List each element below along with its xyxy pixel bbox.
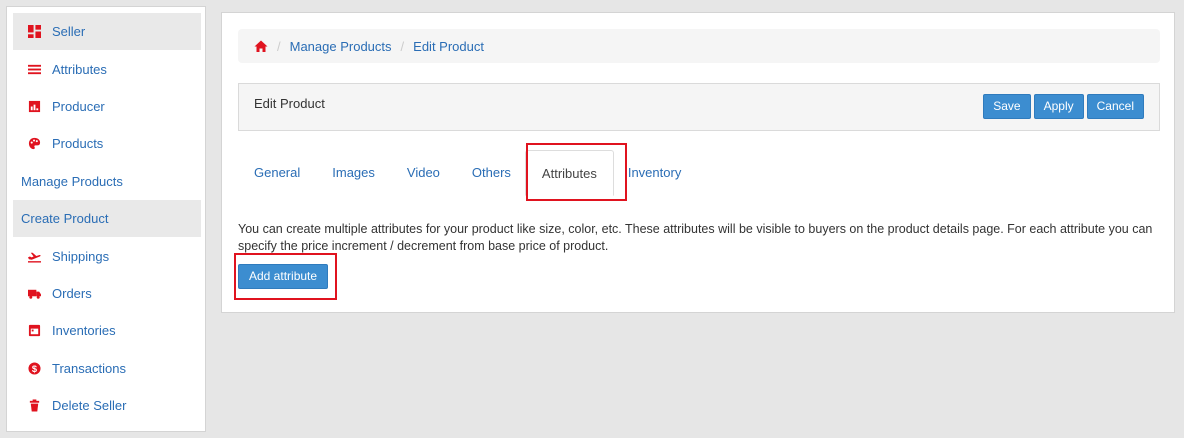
dollar-icon: $	[27, 361, 41, 375]
list-icon	[27, 62, 41, 76]
sidebar-item-label: Manage Products	[21, 173, 123, 189]
svg-text:$: $	[31, 363, 37, 373]
product-tabs: General Images Video Others Attributes I…	[238, 150, 697, 196]
tab-video[interactable]: Video	[391, 150, 456, 196]
sidebar-item-label: Orders	[52, 285, 92, 301]
sidebar-item-label: Attributes	[52, 61, 107, 77]
dashboard-icon	[27, 25, 41, 39]
sidebar-item-delete-seller[interactable]: Delete Seller	[13, 387, 201, 424]
palette-icon	[27, 137, 41, 151]
tab-images[interactable]: Images	[316, 150, 391, 196]
apply-button[interactable]: Apply	[1033, 94, 1084, 119]
sidebar-item-inventories[interactable]: Inventories	[13, 312, 201, 349]
breadcrumb-separator: /	[400, 38, 405, 54]
breadcrumb-manage-products[interactable]: Manage Products	[290, 39, 392, 54]
sidebar-item-label: Products	[52, 136, 104, 152]
breadcrumb: / Manage Products / Edit Product	[238, 29, 1160, 63]
sidebar-item-label: Inventories	[52, 323, 116, 339]
sidebar-item-label: Delete Seller	[52, 398, 127, 414]
plane-icon	[27, 249, 41, 263]
save-button[interactable]: Save	[983, 94, 1031, 119]
sidebar-item-label: Transactions	[52, 360, 126, 376]
bar-chart-icon	[27, 99, 41, 113]
panel-actions: Save Apply Cancel	[983, 94, 1144, 119]
page-title: Edit Product	[254, 96, 325, 111]
sidebar-item-attributes[interactable]: Attributes	[13, 50, 201, 87]
home-icon[interactable]	[254, 39, 268, 53]
tab-attributes[interactable]: Attributes	[524, 150, 614, 196]
sidebar-item-manage-products[interactable]: Manage Products	[13, 163, 201, 200]
sidebar-item-label: Shippings	[52, 248, 110, 264]
sidebar-item-label: Producer	[52, 98, 105, 114]
sidebar-item-create-product[interactable]: Create Product	[13, 199, 201, 238]
sidebar-item-shippings[interactable]: Shippings	[13, 237, 201, 274]
add-attribute-button[interactable]: Add attribute	[238, 264, 329, 289]
sidebar-item-products[interactable]: Products	[13, 125, 201, 162]
sidebar-item-producer[interactable]: Producer	[13, 88, 201, 125]
panel-header: Edit Product Save Apply Cancel	[238, 83, 1160, 131]
truck-icon	[27, 286, 41, 300]
sidebar-item-orders[interactable]: Orders	[13, 275, 201, 312]
calendar-icon	[27, 324, 41, 338]
trash-icon	[27, 399, 41, 413]
attributes-description: You can create multiple attributes for y…	[238, 222, 1153, 253]
sidebar-item-transactions[interactable]: $ Transactions	[13, 350, 201, 387]
breadcrumb-edit-product[interactable]: Edit Product	[413, 39, 484, 54]
cancel-button[interactable]: Cancel	[1086, 94, 1144, 119]
sidebar: Seller Attributes Producer Products Mana…	[6, 6, 206, 432]
breadcrumb-separator: /	[277, 38, 281, 54]
sidebar-item-label: Seller	[52, 24, 86, 40]
main-content: / Manage Products / Edit Product Edit Pr…	[221, 12, 1175, 313]
sidebar-item-seller[interactable]: Seller	[13, 13, 201, 51]
tab-general[interactable]: General	[238, 150, 316, 196]
tab-others[interactable]: Others	[456, 150, 527, 196]
tab-inventory[interactable]: Inventory	[612, 150, 697, 196]
sidebar-item-label: Create Product	[21, 211, 109, 227]
